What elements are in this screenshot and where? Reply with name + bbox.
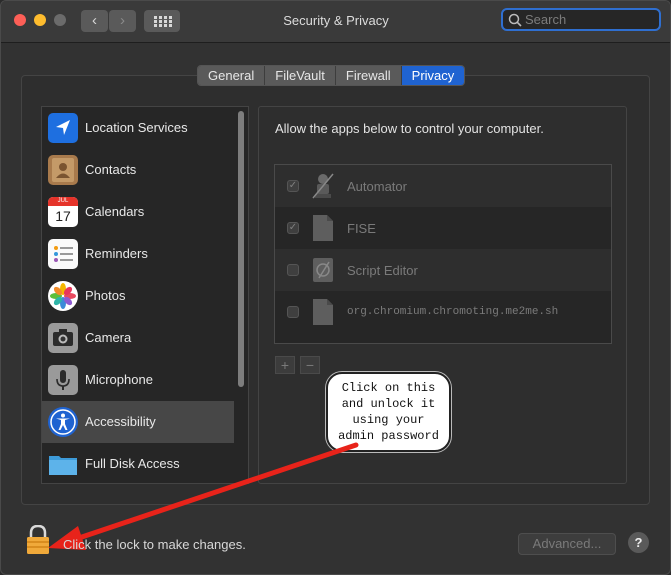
sidebar-item-label: Camera [85, 330, 132, 345]
generic-document-icon [311, 214, 335, 242]
generic-document-icon [311, 298, 335, 326]
sidebar-item-reminders[interactable]: Reminders [42, 233, 234, 275]
back-button[interactable]: ‹ [81, 10, 108, 32]
sidebar-item-location-services[interactable]: Location Services [42, 107, 234, 149]
window-title: Security & Privacy [283, 13, 389, 28]
app-row-automator: ✓ Automator [275, 165, 611, 207]
microphone-icon [48, 365, 78, 395]
location-arrow-icon [48, 113, 78, 143]
tab-firewall[interactable]: Firewall [335, 66, 402, 85]
script-editor-icon [311, 256, 335, 284]
tab-general[interactable]: General [198, 66, 266, 85]
app-checkbox-fise[interactable]: ✓ [287, 222, 299, 234]
folder-icon [48, 449, 78, 479]
calendar-day: 17 [55, 208, 71, 224]
show-all-button[interactable] [144, 10, 180, 32]
sidebar-item-label: Microphone [85, 372, 153, 387]
privacy-category-list: Location Services Contacts JUL 17 Calend… [41, 106, 249, 484]
calendar-month: JUL [48, 197, 78, 206]
minimize-window-button[interactable] [34, 14, 46, 26]
app-name: Automator [347, 179, 407, 194]
sidebar-item-label: Accessibility [85, 414, 156, 429]
forward-button[interactable]: › [109, 10, 136, 32]
search-input[interactable] [525, 12, 655, 27]
allowed-apps-list: ✓ Automator ✓ FISE Script Editor org.chr… [274, 164, 612, 344]
sidebar-item-calendars[interactable]: JUL 17 Calendars [42, 191, 234, 233]
app-row-script-editor: Script Editor [275, 249, 611, 291]
search-icon [508, 13, 522, 27]
tab-privacy[interactable]: Privacy [401, 66, 465, 85]
help-button[interactable]: ? [628, 532, 649, 553]
photos-flower-icon [48, 281, 78, 311]
instruction-callout: Click on this and unlock it using your a… [326, 372, 451, 452]
callout-text: Click on this and unlock it using your a… [338, 381, 439, 443]
sidebar-item-microphone[interactable]: Microphone [42, 359, 234, 401]
chevron-left-icon: ‹ [92, 12, 97, 29]
sidebar-item-label: Reminders [85, 246, 148, 261]
advanced-button[interactable]: Advanced... [518, 533, 616, 555]
calendar-icon: JUL 17 [48, 197, 78, 227]
sidebar-item-contacts[interactable]: Contacts [42, 149, 234, 191]
contacts-book-icon [48, 155, 78, 185]
sidebar-item-accessibility[interactable]: Accessibility [42, 401, 234, 443]
question-mark-icon: ? [634, 535, 643, 550]
sidebar-item-label: Calendars [85, 204, 145, 219]
tab-bar: General FileVault Firewall Privacy [197, 65, 466, 86]
camera-icon [48, 323, 78, 353]
lock-hint-text: Click the lock to make changes. [63, 537, 246, 552]
remove-app-button[interactable]: − [300, 356, 320, 374]
sidebar-scrollbar[interactable] [238, 111, 244, 387]
sidebar-item-full-disk-access[interactable]: Full Disk Access [42, 443, 234, 483]
sidebar-item-camera[interactable]: Camera [42, 317, 234, 359]
sidebar-item-label: Location Services [85, 120, 188, 135]
app-name: Script Editor [347, 263, 418, 278]
accessibility-icon [48, 407, 78, 437]
zoom-window-button[interactable] [54, 14, 66, 26]
title-bar: ‹ › Security & Privacy [1, 1, 670, 43]
padlock-icon [27, 524, 49, 554]
app-checkbox-automator[interactable]: ✓ [287, 180, 299, 192]
tab-filevault[interactable]: FileVault [265, 66, 336, 85]
app-row-fise: ✓ FISE [275, 207, 611, 249]
app-checkbox-chromoting[interactable] [287, 306, 299, 318]
app-row-chromoting: org.chromium.chromoting.me2me.sh [275, 291, 611, 333]
sidebar-item-label: Photos [85, 288, 126, 303]
app-name: FISE [347, 221, 376, 236]
app-checkbox-script-editor[interactable] [287, 264, 299, 276]
unlock-button[interactable] [26, 524, 50, 555]
sidebar-item-label: Contacts [85, 162, 137, 177]
app-name: org.chromium.chromoting.me2me.sh [347, 306, 559, 318]
grid-icon [154, 16, 172, 27]
sidebar-item-photos[interactable]: Photos [42, 275, 234, 317]
add-app-button[interactable]: + [275, 356, 295, 374]
panel-heading: Allow the apps below to control your com… [275, 121, 544, 136]
close-window-button[interactable] [14, 14, 26, 26]
chevron-right-icon: › [120, 12, 125, 29]
automator-robot-icon [311, 172, 335, 200]
sidebar-item-label: Full Disk Access [85, 456, 180, 471]
reminders-list-icon [48, 239, 78, 269]
search-field[interactable] [501, 8, 661, 31]
